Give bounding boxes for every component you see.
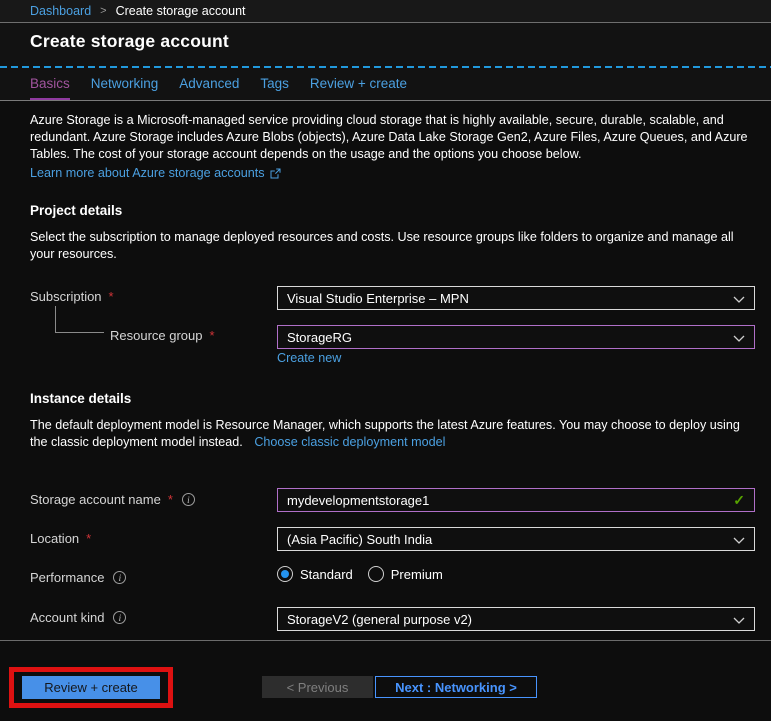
storage-account-name-input[interactable]: mydevelopmentstorage1 ✓ [277,488,755,512]
footer-separator [0,640,771,641]
learn-more-link[interactable]: Learn more about Azure storage accounts [30,165,265,182]
resource-group-connector-line [55,306,104,333]
breadcrumb: Dashboard > Create storage account [0,0,771,23]
radio-unselected-icon [367,566,384,582]
subscription-select[interactable]: Visual Studio Enterprise – MPN [277,286,755,310]
valid-checkmark-icon: ✓ [733,491,745,508]
chevron-down-icon [733,612,745,627]
required-asterisk: * [209,328,215,343]
account-kind-value: StorageV2 (general purpose v2) [287,611,473,627]
breadcrumb-current: Create storage account [115,4,246,18]
create-storage-account-page: Dashboard > Create storage account Creat… [0,0,771,721]
page-title: Create storage account [30,31,229,51]
external-link-icon [270,168,281,179]
tab-review-create[interactable]: Review + create [310,76,407,100]
chevron-down-icon [733,330,745,345]
info-icon[interactable]: i [113,571,127,584]
resource-group-select[interactable]: StorageRG [277,325,755,349]
intro-text: Azure Storage is a Microsoft-managed ser… [30,113,748,161]
radio-standard[interactable]: Standard [277,566,353,582]
storage-account-name-value: mydevelopmentstorage1 [287,492,430,508]
chevron-down-icon [733,532,745,547]
review-create-button[interactable]: Review + create [22,676,160,699]
breadcrumb-link-dashboard[interactable]: Dashboard [30,4,91,18]
resource-group-value: StorageRG [287,329,353,345]
dashed-divider [0,66,771,68]
info-icon[interactable]: i [181,493,195,506]
required-asterisk: * [167,492,173,507]
instance-details-description: The default deployment model is Resource… [30,417,757,451]
choose-classic-deployment-link[interactable]: Choose classic deployment model [254,435,445,449]
account-kind-select[interactable]: StorageV2 (general purpose v2) [277,607,755,631]
next-networking-button[interactable]: Next : Networking > [375,676,537,698]
required-asterisk: * [86,531,92,546]
info-icon[interactable]: i [113,611,127,624]
radio-selected-icon [277,566,293,582]
tab-networking[interactable]: Networking [91,76,159,100]
page-header: Create storage account Basics Networking… [0,23,771,101]
location-value: (Asia Pacific) South India [287,531,433,547]
required-asterisk: * [108,289,114,304]
performance-label: Performance i [30,570,127,585]
tab-advanced[interactable]: Advanced [179,76,239,100]
subscription-value: Visual Studio Enterprise – MPN [287,290,469,306]
account-kind-label: Account kind i [30,610,127,625]
storage-account-name-label: Storage account name * i [30,492,195,507]
project-details-heading: Project details [30,203,123,218]
subscription-label: Subscription * [30,289,114,304]
tab-bar: Basics Networking Advanced Tags Review +… [30,76,407,100]
chevron-down-icon [733,291,745,306]
location-select[interactable]: (Asia Pacific) South India [277,527,755,551]
project-details-description: Select the subscription to manage deploy… [30,230,734,261]
resource-group-label: Resource group * [110,328,215,343]
previous-button[interactable]: < Previous [262,676,373,698]
tab-basics[interactable]: Basics [30,76,70,100]
tab-tags[interactable]: Tags [260,76,289,100]
annotation-highlight-box: Review + create [9,667,173,708]
breadcrumb-separator-icon: > [100,5,107,17]
radio-premium[interactable]: Premium [367,566,443,582]
intro-block: Azure Storage is a Microsoft-managed ser… [30,112,757,182]
instance-details-heading: Instance details [30,391,132,406]
performance-radio-group: Standard Premium [277,566,443,582]
create-new-link[interactable]: Create new [277,351,341,365]
location-label: Location * [30,531,92,546]
